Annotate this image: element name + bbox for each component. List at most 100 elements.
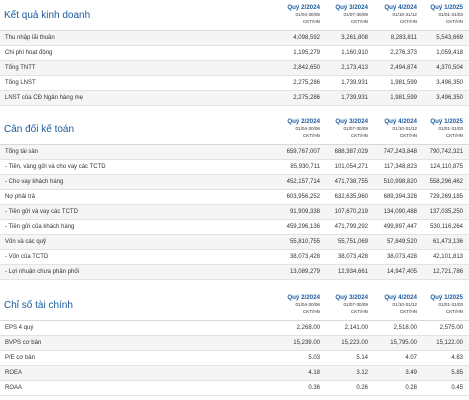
table-row: P/E cơ bản 5.03 5.14 4.07 4.83	[0, 351, 469, 366]
cell-q1-2025: 0.45	[451, 385, 463, 391]
cell-q3-2024: 2,173,413	[341, 65, 368, 71]
cell-q1-2025: 790,742,321	[429, 149, 463, 155]
column-quarter: Quý 1/2025	[430, 118, 463, 125]
column-header-q1-2025: Quý 1/2025 01/01-31/03 CKT/HN	[407, 4, 463, 25]
column-unit: CKT/HN	[350, 309, 368, 314]
row-label: - Cho vay khách hàng	[5, 179, 64, 185]
column-quarter: Quý 3/2024	[335, 4, 368, 11]
column-quarter: Quý 1/2025	[430, 4, 463, 11]
column-unit: CKT/HN	[445, 309, 463, 314]
row-label: - Tiền gửi và vay các TCTD	[5, 209, 78, 215]
table-row: - Tiền gửi của khách hàng 459,296,136 47…	[0, 220, 469, 235]
table-row: Tổng TNTT 2,842,650 2,173,413 2,494,874 …	[0, 61, 469, 76]
cell-q3-2024: 471,738,755	[334, 179, 368, 185]
table-row: - Tiền, vàng gửi và cho vay các TCTD 85,…	[0, 160, 469, 175]
column-quarter: Quý 3/2024	[335, 118, 368, 125]
cell-q3-2024: 12,934,661	[337, 269, 368, 275]
column-unit: CKT/HN	[445, 19, 463, 24]
cell-q3-2024: 101,054,271	[334, 164, 368, 170]
cell-q3-2024: 632,635,960	[334, 194, 368, 200]
cell-q3-2024: 5.14	[356, 355, 368, 361]
table-row: Nợ phải trả 603,956,252 632,635,960 689,…	[0, 190, 469, 205]
row-label: Tổng LNST	[5, 80, 36, 86]
cell-q1-2025: 530,116,264	[430, 224, 463, 230]
cell-q3-2024: 3,261,808	[341, 35, 368, 41]
column-range: 01/01-31/03	[438, 302, 463, 307]
section-title: Cân đối kế toán	[4, 124, 75, 135]
cell-q1-2025: 5,543,669	[436, 35, 463, 41]
cell-q1-2025: 61,473,136	[432, 239, 463, 245]
row-label: EPS 4 quý	[5, 325, 34, 331]
table-row: Tổng LNST 2,275,286 1,739,931 1,981,599 …	[0, 76, 469, 91]
table-row: ROEA 4.18 3.12 3.49 5.85	[0, 366, 469, 381]
cell-q3-2024: 688,387,029	[334, 149, 368, 155]
column-header-q1-2025: Quý 1/2025 01/01-31/03 CKT/HN	[407, 118, 463, 139]
column-range: 01/01-31/03	[438, 12, 463, 17]
cell-q1-2025: 4,370,504	[436, 65, 463, 71]
cell-q3-2024: 15,223.00	[341, 340, 368, 346]
row-label: LNST của CĐ Ngân hàng mẹ	[5, 95, 83, 101]
column-range: 01/07-30/09	[343, 126, 368, 131]
cell-q1-2025: 3,496,350	[436, 80, 463, 86]
cell-q1-2025: 1,059,418	[436, 50, 463, 56]
row-label: ROEA	[5, 370, 23, 376]
row-label: Chi phí hoạt động	[5, 50, 53, 56]
cell-q1-2025: 5.85	[451, 370, 463, 376]
row-label: Nợ phải trả	[5, 194, 35, 200]
row-label: Vốn và các quỹ	[5, 239, 47, 245]
table-row: - Cho vay khách hàng 452,157,714 471,738…	[0, 175, 469, 190]
row-label: - Tiền gửi của khách hàng	[5, 224, 75, 230]
row-label: Tổng tài sản	[5, 149, 39, 155]
table-row: EPS 4 quý 2,268.00 2,141.00 2,518.00 2,5…	[0, 321, 469, 336]
cell-q1-2025: 15,122.00	[436, 340, 463, 346]
column-range: 01/07-30/09	[343, 12, 368, 17]
table-row: Thu nhập lãi thuần 4,098,592 3,261,808 8…	[0, 31, 469, 46]
column-quarter: Quý 3/2024	[335, 294, 368, 301]
column-quarter: Quý 1/2025	[430, 294, 463, 301]
table-row: - Vốn của TCTD 38,073,428 38,073,428 38,…	[0, 250, 469, 265]
table-row: Tổng tài sản 659,767,007 688,387,029 747…	[0, 145, 469, 160]
column-header-q3-2024: Quý 3/2024 01/07-30/09 CKT/HN	[312, 4, 368, 25]
cell-q3-2024: 38,073,428	[337, 254, 368, 260]
table-row: - Tiền gửi và vay các TCTD 91,909,338 10…	[0, 205, 469, 220]
column-header-q3-2024: Quý 3/2024 01/07-30/09 CKT/HN	[312, 118, 368, 139]
cell-q1-2025: 4.83	[451, 355, 463, 361]
row-label: Tổng TNTT	[5, 65, 36, 71]
cell-q3-2024: 3.12	[356, 370, 368, 376]
cell-q1-2025: 729,269,185	[429, 194, 463, 200]
row-label: - Tiền, vàng gửi và cho vay các TCTD	[5, 164, 106, 170]
table-row: ROAA 0.36 0.26 0.28 0.45	[0, 381, 469, 396]
cell-q3-2024: 1,739,931	[341, 95, 368, 101]
row-label: - Lợi nhuận chưa phân phối	[5, 269, 80, 275]
cell-q1-2025: 124,110,875	[430, 164, 463, 170]
table-row: Chi phí hoạt động 1,195,279 1,160,910 2,…	[0, 46, 469, 61]
column-range: 01/07-30/09	[343, 302, 368, 307]
row-label: Thu nhập lãi thuần	[5, 35, 55, 41]
cell-q3-2024: 107,670,219	[334, 209, 368, 215]
table-row: Vốn và các quỹ 55,810,755 55,751,069 57,…	[0, 235, 469, 250]
row-label: - Vốn của TCTD	[5, 254, 49, 260]
column-header-q1-2025: Quý 1/2025 01/01-31/03 CKT/HN	[407, 294, 463, 315]
cell-q3-2024: 55,751,069	[337, 239, 368, 245]
row-label: ROAA	[5, 385, 23, 391]
cell-q3-2024: 1,160,910	[341, 50, 368, 56]
table-row: - Lợi nhuận chưa phân phối 13,089,279 12…	[0, 265, 469, 280]
row-label: BVPS cơ bản	[5, 340, 42, 346]
cell-q1-2025: 2,575.00	[439, 325, 463, 331]
cell-q3-2024: 0.26	[356, 385, 368, 391]
cell-q1-2025: 137,035,250	[429, 209, 463, 215]
cell-q1-2025: 12,721,786	[432, 269, 463, 275]
cell-q3-2024: 1,739,931	[341, 80, 368, 86]
column-unit: CKT/HN	[445, 133, 463, 138]
section-title: Chỉ số tài chính	[4, 300, 73, 311]
column-range: 01/01-31/03	[438, 126, 463, 131]
cell-q1-2025: 3,496,350	[436, 95, 463, 101]
cell-q1-2025: 558,296,462	[429, 179, 463, 185]
row-label: P/E cơ bản	[5, 355, 35, 361]
cell-q3-2024: 2,141.00	[344, 325, 368, 331]
section-title: Kết quả kinh doanh	[4, 10, 91, 21]
table-row: LNST của CĐ Ngân hàng mẹ 2,275,286 1,739…	[0, 91, 469, 106]
column-unit: CKT/HN	[350, 19, 368, 24]
column-header-q3-2024: Quý 3/2024 01/07-30/09 CKT/HN	[312, 294, 368, 315]
cell-q1-2025: 42,101,813	[432, 254, 463, 260]
